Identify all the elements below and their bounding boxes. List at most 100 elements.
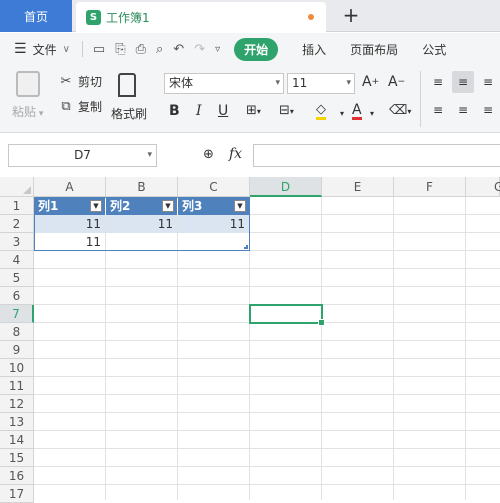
chevron-down-icon: ▾ [346, 78, 351, 88]
font-size-select[interactable]: 11 ▾ [287, 73, 355, 94]
merge-cells-icon[interactable]: ⊟▾ [279, 103, 294, 118]
table-cell[interactable]: 11 [106, 215, 177, 233]
table-cell[interactable]: 11 [34, 233, 105, 251]
table-cell[interactable] [178, 233, 249, 251]
row-header-4[interactable]: 4 [0, 251, 34, 269]
shrink-font-button[interactable]: A − [388, 74, 405, 90]
grid-line [34, 376, 500, 377]
grid-line [34, 358, 500, 359]
paste-button[interactable]: 粘贴 ▾ [12, 103, 43, 120]
grid-line [393, 197, 394, 500]
column-header-a[interactable]: A [34, 177, 106, 197]
unsaved-dot-icon [308, 14, 314, 20]
border-icon[interactable]: ⊞▾ [246, 103, 261, 118]
fill-color-icon[interactable]: ◇ [316, 103, 326, 120]
table-cell[interactable]: 11 [178, 215, 249, 233]
column-header-f[interactable]: F [394, 177, 466, 197]
menu-bar: ☰ 文件 ∨ ▭ ⎘ ⎙ ⌕ ↶ ↷ ▿ 开始 插入 页面布局 公式 [0, 33, 500, 65]
insert-function-button[interactable]: fx [229, 146, 242, 162]
tab-workbook[interactable]: S 工作簿1 [76, 2, 326, 32]
table-header-cell[interactable]: 列1 ▼ [34, 197, 106, 215]
tab-home[interactable]: 首页 [0, 0, 72, 32]
row-header-13[interactable]: 13 [0, 413, 34, 431]
table-header-cell[interactable]: 列3 ▼ [178, 197, 250, 215]
new-tab-button[interactable]: + [340, 4, 362, 26]
row-header-1[interactable]: 1 [0, 197, 34, 215]
table-cell[interactable] [106, 233, 177, 251]
paste-icon[interactable] [16, 71, 40, 97]
row-header-7[interactable]: 7 [0, 305, 34, 323]
align-bottom-icon[interactable]: ≡ [477, 71, 499, 93]
cut-button[interactable]: ✂ 剪切 [58, 73, 102, 90]
save-icon[interactable]: ▭ [93, 42, 105, 57]
align-right-icon[interactable]: ≡ [477, 99, 499, 121]
menu-start[interactable]: 开始 [234, 37, 279, 61]
table-cell[interactable]: 11 [34, 215, 105, 233]
row-header-2[interactable]: 2 [0, 215, 34, 233]
print-preview-icon[interactable]: ⌕ [156, 42, 163, 57]
formula-input[interactable] [253, 144, 500, 167]
column-header-d[interactable]: D [250, 177, 322, 197]
chevron-down-icon[interactable]: ▾ [370, 109, 374, 118]
filter-dropdown-icon[interactable]: ▼ [234, 200, 246, 212]
format-painter-icon[interactable] [118, 73, 136, 97]
active-cell-selection[interactable] [249, 304, 325, 326]
filter-dropdown-icon[interactable]: ▼ [90, 200, 102, 212]
font-color-button[interactable]: A [352, 103, 362, 120]
row-header-10[interactable]: 10 [0, 359, 34, 377]
file-menu[interactable]: ☰ 文件 ∨ [14, 41, 70, 58]
format-painter-button[interactable]: 格式刷 [111, 105, 147, 122]
row-header-9[interactable]: 9 [0, 341, 34, 359]
row-header-12[interactable]: 12 [0, 395, 34, 413]
row-header-14[interactable]: 14 [0, 431, 34, 449]
row-header-11[interactable]: 11 [0, 377, 34, 395]
bold-button[interactable]: B [169, 103, 180, 119]
copy-icon: ⧉ [61, 99, 71, 114]
row-header-8[interactable]: 8 [0, 323, 34, 341]
sheet-grid[interactable]: A B C D E F G 1 2 3 4 5 6 7 8 9 10 11 12… [0, 177, 500, 503]
align-left-icon[interactable]: ≡ [427, 99, 449, 121]
grid-line [465, 197, 466, 500]
tab-bar: 首页 S 工作簿1 + [0, 0, 500, 32]
print-icon[interactable]: ⎙ [136, 42, 146, 57]
align-middle-icon[interactable]: ≡ [452, 71, 474, 93]
chevron-down-icon[interactable]: ▾ [340, 109, 344, 118]
italic-button[interactable]: I [196, 103, 202, 119]
align-top-icon[interactable]: ≡ [427, 71, 449, 93]
filter-dropdown-icon[interactable]: ▼ [162, 200, 174, 212]
column-header-b[interactable]: B [106, 177, 178, 197]
row-header-5[interactable]: 5 [0, 269, 34, 287]
select-all-corner[interactable] [0, 177, 34, 197]
hamburger-icon: ☰ [14, 41, 27, 57]
underline-button[interactable]: U [218, 103, 228, 119]
menu-formulas[interactable]: 公式 [422, 41, 446, 58]
name-box[interactable]: D7 ▾ [8, 144, 157, 167]
grow-font-button[interactable]: A + [362, 74, 379, 90]
column-header-e[interactable]: E [322, 177, 394, 197]
copy-button[interactable]: ⧉ 复制 [58, 98, 102, 115]
row-header-17[interactable]: 17 [0, 485, 34, 503]
row-header-6[interactable]: 6 [0, 287, 34, 305]
column-header-g[interactable]: G [466, 177, 500, 197]
eraser-icon[interactable]: ⌫▾ [389, 103, 411, 118]
align-center-icon[interactable]: ≡ [452, 99, 474, 121]
row-header-3[interactable]: 3 [0, 233, 34, 251]
row-header-15[interactable]: 15 [0, 449, 34, 467]
menu-page-layout[interactable]: 页面布局 [350, 41, 398, 58]
row-header-16[interactable]: 16 [0, 467, 34, 485]
menu-insert[interactable]: 插入 [302, 41, 326, 58]
table-header-cell[interactable]: 列2 ▼ [106, 197, 178, 215]
grid-line [34, 484, 500, 485]
zoom-formula-icon[interactable]: ⊕ [203, 147, 214, 162]
table-resize-handle[interactable] [244, 245, 248, 249]
undo-icon[interactable]: ↶ [173, 42, 184, 57]
grid-line [249, 197, 250, 500]
export-icon[interactable]: ⎘ [115, 42, 125, 57]
grid-line [34, 286, 500, 287]
grid-line [34, 430, 500, 431]
column-header-c[interactable]: C [178, 177, 250, 197]
redo-icon[interactable]: ↷ [194, 42, 205, 57]
cut-label: 剪切 [78, 75, 103, 89]
font-name-select[interactable]: 宋体 ▾ [164, 73, 284, 94]
customize-dropdown-icon[interactable]: ▿ [215, 44, 220, 55]
